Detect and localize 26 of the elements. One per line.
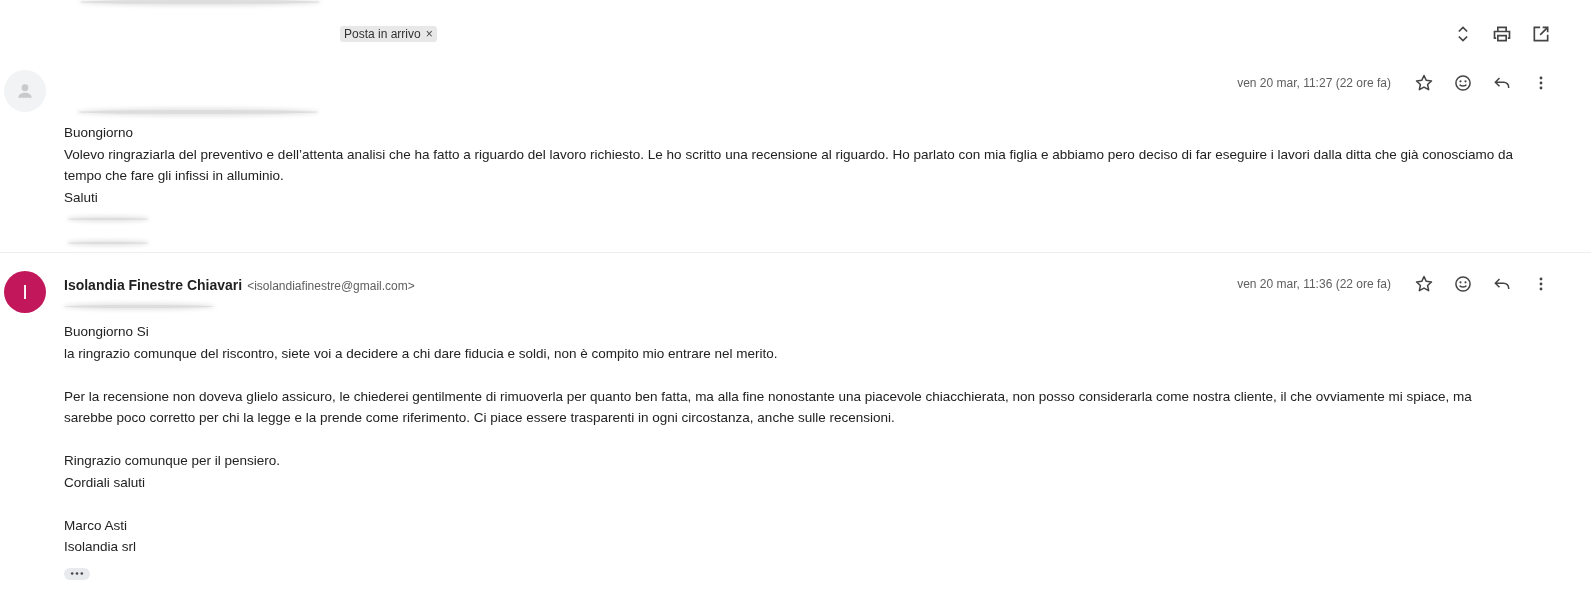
sender-email: <isolandiafinestre@gmail.com>: [247, 279, 415, 293]
message-text: Marco Asti: [64, 516, 129, 535]
message-text: Cordiali saluti: [64, 473, 147, 492]
sender-name: Isolandia Finestre Chiavari: [64, 277, 243, 293]
star-icon[interactable]: [1414, 274, 1434, 294]
avatar-letter: I: [22, 280, 28, 304]
smiley-icon[interactable]: [1453, 274, 1473, 294]
message-text: Isolandia srl: [64, 538, 138, 556]
message-text: Ringrazio comunque per il pensiero.: [64, 452, 282, 470]
message-text: Per la recensione non doveva glielo assicuro, le chiederei gentilmente di rimuoverla per quanto ben fatta, ma alla fine nonostante una piacevole chiacchierata, non posso considerarla come nostra cliente, il che ovviamente mi spiace, ma sarebbe poco corretto per chi la legge e la prende come riferimento. Ci piace essere trasparenti in ogni circostanza, anche sulle recensioni.: [64, 387, 1473, 427]
message-text: la ringrazio comunque del riscontro, siete voi a decidere a chi dare fiducia e soldi, non è compito mio entrare nel merito.: [64, 344, 779, 363]
message-text: Volevo ringraziarla del preventivo e dell’attenta analisi che ha fatto a riguardo del lavoro richiesto. Le ho scritto una recensione al riguardo. Ho parlato con mia figlia e abbiamo pero deciso di far eseguire i lavori dalla ditta che già conosciamo da tempo che fare gli infissi in alluminio.: [64, 145, 1515, 185]
star-icon[interactable]: [1414, 73, 1434, 93]
message-text: Saluti: [64, 188, 99, 207]
remove-label-button[interactable]: ×: [425, 27, 433, 41]
message-date: ven 20 mar, 11:36 (22 ore fa): [1237, 277, 1391, 291]
message-text: Buongiorno: [64, 124, 135, 142]
dots-icon: [69, 571, 85, 576]
print-icon[interactable]: [1492, 24, 1512, 44]
open-in-new-window-icon[interactable]: [1531, 24, 1551, 44]
show-trimmed-content-button[interactable]: [64, 567, 90, 580]
person-icon: [15, 81, 35, 101]
smiley-icon[interactable]: [1453, 73, 1473, 93]
message-text: Buongiorno Si: [64, 323, 150, 341]
message-date: ven 20 mar, 11:27 (22 ore fa): [1237, 76, 1391, 90]
label-text: Posta in arrivo: [344, 27, 421, 41]
